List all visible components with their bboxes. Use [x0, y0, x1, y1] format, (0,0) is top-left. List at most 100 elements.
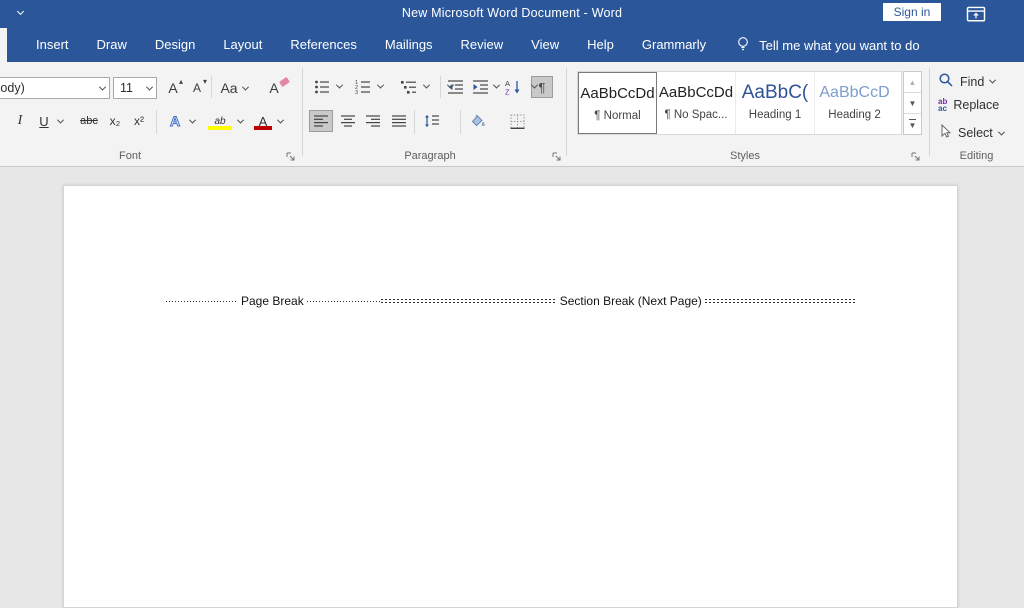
- multilevel-dropdown[interactable]: [423, 82, 430, 89]
- tab-review[interactable]: Review: [447, 28, 518, 62]
- font-name-value: libri (Body): [0, 81, 95, 95]
- style-preview: AaBbCcD: [815, 83, 894, 103]
- select-button[interactable]: Select: [938, 124, 1004, 142]
- page-break-trailer: [307, 301, 381, 302]
- highlight-icon: ab: [214, 116, 225, 127]
- ribbon: libri (Body) 11 A ▴ A ▾ Aa A I U: [0, 62, 1024, 167]
- grow-font-button[interactable]: A ▴: [162, 78, 184, 98]
- multilevel-list-button[interactable]: [398, 77, 420, 97]
- tab-draw[interactable]: Draw: [83, 28, 141, 62]
- styles-scroll-up-icon[interactable]: ▲: [904, 72, 921, 93]
- ribbon-display-options-icon[interactable]: [966, 5, 986, 22]
- style-no-spacing[interactable]: AaBbCcDd ¶ No Spac...: [657, 72, 736, 134]
- eraser-icon: [279, 77, 290, 87]
- clear-formatting-button[interactable]: A: [261, 78, 287, 98]
- change-case-button[interactable]: Aa: [215, 78, 253, 98]
- strikethrough-button[interactable]: abc: [74, 111, 104, 131]
- page-break-leader: [166, 301, 238, 302]
- strikethrough-icon: abc: [80, 115, 98, 127]
- shading-button[interactable]: [466, 111, 490, 131]
- tab-view[interactable]: View: [517, 28, 573, 62]
- style-heading-1[interactable]: AaBbC( Heading 1: [736, 72, 815, 134]
- align-left-button[interactable]: [309, 110, 333, 132]
- styles-dialog-launcher-icon[interactable]: [910, 151, 922, 163]
- document-area: Page Break Section Break (Next Page): [0, 167, 1024, 608]
- increase-indent-button[interactable]: [470, 77, 492, 97]
- text-effects-button[interactable]: A: [164, 111, 186, 131]
- style-normal[interactable]: AaBbCcDd ¶ Normal: [578, 72, 657, 134]
- underline-icon: U: [39, 114, 48, 129]
- superscript-button[interactable]: x²: [128, 111, 150, 131]
- text-effects-icon: A: [170, 113, 180, 129]
- underline-button[interactable]: U: [34, 111, 54, 131]
- underline-dropdown[interactable]: [57, 117, 64, 124]
- replace-label: Replace: [953, 98, 999, 112]
- justify-button[interactable]: [388, 111, 410, 131]
- borders-button[interactable]: [506, 111, 528, 131]
- word-window: New Microsoft Word Document - Word Sign …: [0, 0, 1024, 608]
- tab-design[interactable]: Design: [141, 28, 209, 62]
- highlight-button[interactable]: ab: [206, 111, 234, 131]
- style-heading-2[interactable]: AaBbCcD Heading 2: [815, 72, 894, 134]
- paragraph-dialog-launcher-icon[interactable]: [551, 151, 563, 163]
- sign-in-button[interactable]: Sign in: [883, 3, 941, 21]
- bullets-dropdown[interactable]: [336, 82, 343, 89]
- sort-button[interactable]: A Z: [501, 77, 525, 97]
- superscript-icon: x²: [134, 114, 144, 128]
- align-center-button[interactable]: [337, 111, 359, 131]
- shading-dropdown[interactable]: [493, 82, 500, 89]
- font-name-combo[interactable]: libri (Body): [0, 77, 110, 99]
- tell-me-box[interactable]: Tell me what you want to do: [736, 36, 919, 55]
- chevron-down-icon: [142, 86, 156, 91]
- window-title: New Microsoft Word Document - Word: [0, 6, 1024, 20]
- bullets-button[interactable]: [311, 77, 333, 97]
- select-dropdown[interactable]: [998, 128, 1005, 135]
- text-effects-dropdown[interactable]: [189, 117, 196, 124]
- align-right-button[interactable]: [362, 111, 384, 131]
- replace-icon: ab ac: [938, 98, 947, 112]
- chevron-down-icon: [95, 86, 109, 91]
- pilcrow-icon: ¶: [539, 80, 546, 95]
- editing-group-label: Editing: [929, 150, 1024, 162]
- section-break-trailer: [705, 299, 856, 303]
- find-dropdown[interactable]: [989, 77, 996, 84]
- tab-layout[interactable]: Layout: [209, 28, 276, 62]
- section-break-leader: [381, 299, 557, 303]
- tab-mailings[interactable]: Mailings: [371, 28, 447, 62]
- line-spacing-button[interactable]: [420, 111, 444, 131]
- tab-grammarly[interactable]: Grammarly: [628, 28, 720, 62]
- tab-references[interactable]: References: [276, 28, 370, 62]
- styles-scroll-down-icon[interactable]: ▼: [904, 93, 921, 114]
- title-bar: New Microsoft Word Document - Word Sign …: [0, 0, 1024, 28]
- font-color-button[interactable]: A: [252, 111, 274, 131]
- select-label: Select: [958, 126, 993, 140]
- font-size-combo[interactable]: 11: [113, 77, 157, 99]
- tab-home-partial[interactable]: [0, 28, 7, 62]
- font-color-dropdown[interactable]: [277, 117, 284, 124]
- numbering-button[interactable]: 123: [352, 77, 374, 97]
- style-preview: AaBbCcDd: [579, 84, 656, 104]
- numbering-dropdown[interactable]: [377, 82, 384, 89]
- styles-gallery-scrollbar: ▲ ▼ ▼: [903, 71, 922, 135]
- find-button[interactable]: Find: [938, 72, 995, 91]
- replace-button[interactable]: ab ac Replace: [938, 98, 999, 112]
- style-name: ¶ Normal: [579, 110, 656, 122]
- tab-insert[interactable]: Insert: [22, 28, 83, 62]
- style-name: Heading 1: [736, 109, 814, 121]
- document-page[interactable]: Page Break Section Break (Next Page): [63, 185, 958, 608]
- italic-button[interactable]: I: [10, 111, 30, 131]
- tab-help[interactable]: Help: [573, 28, 628, 62]
- styles-gallery-more-icon[interactable]: ▼: [904, 114, 921, 134]
- ribbon-tab-row: Insert Draw Design Layout References Mai…: [0, 28, 1024, 62]
- style-preview: AaBbC(: [736, 83, 814, 103]
- subscript-button[interactable]: x₂: [104, 111, 126, 131]
- shrink-font-button[interactable]: A ▾: [186, 78, 208, 98]
- cursor-arrow-icon: [938, 124, 952, 142]
- style-name: ¶ No Spac...: [657, 109, 735, 121]
- styles-gallery: AaBbCcDd ¶ Normal AaBbCcDd ¶ No Spac... …: [577, 71, 902, 135]
- styles-group-label: Styles: [567, 150, 923, 162]
- font-group-label: Font: [40, 150, 220, 162]
- highlight-dropdown[interactable]: [237, 117, 244, 124]
- font-dialog-launcher-icon[interactable]: [285, 151, 297, 163]
- clear-formatting-icon: A: [269, 80, 278, 96]
